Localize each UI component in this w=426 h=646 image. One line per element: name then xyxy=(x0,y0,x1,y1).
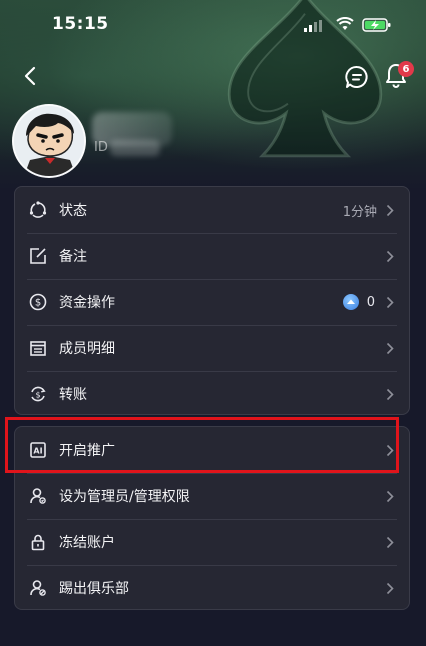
coin-icon xyxy=(342,294,359,310)
wifi-icon xyxy=(336,17,354,30)
user-id-redacted xyxy=(110,140,160,156)
menu-item-kick-from-club[interactable]: 踢出俱乐部 xyxy=(15,565,409,611)
menu-item-note[interactable]: 备注 xyxy=(15,233,409,279)
status-bar: 15:15 xyxy=(0,0,426,46)
menu-item-label: 状态 xyxy=(59,203,87,219)
menu-item-fund-operation[interactable]: $ 资金操作 0 xyxy=(15,279,409,325)
menu-item-label: 设为管理员/管理权限 xyxy=(59,489,190,505)
menu-item-enable-promotion[interactable]: AI 开启推广 xyxy=(15,427,409,473)
back-button[interactable] xyxy=(18,62,42,90)
menu-item-member-detail[interactable]: 成员明细 xyxy=(15,325,409,371)
chevron-left-icon xyxy=(24,66,36,86)
chevron-right-icon xyxy=(385,443,395,457)
menu-item-label: 开启推广 xyxy=(59,443,115,459)
menu-item-label: 冻结账户 xyxy=(59,535,115,551)
dollar-icon: $ xyxy=(27,291,49,313)
chevron-right-icon xyxy=(385,489,395,503)
message-button[interactable] xyxy=(344,64,370,90)
chevron-right-icon xyxy=(385,535,395,549)
menu-item-transfer[interactable]: $ 转账 xyxy=(15,371,409,417)
chevron-right-icon xyxy=(385,203,395,217)
chevron-right-icon xyxy=(385,295,395,309)
svg-text:AI: AI xyxy=(33,447,42,456)
status-value: 1分钟 xyxy=(342,204,377,220)
menu-item-label: 备注 xyxy=(59,249,87,265)
avatar[interactable] xyxy=(12,104,86,178)
menu-item-label: 成员明细 xyxy=(59,341,115,357)
profile-header-background: 15:15 6 ID xyxy=(0,0,426,190)
fund-balance: 0 xyxy=(342,294,375,310)
transfer-icon: $ xyxy=(27,383,49,405)
lock-icon xyxy=(27,531,49,553)
status-icon xyxy=(27,199,49,221)
svg-text:$: $ xyxy=(35,298,41,309)
cellular-signal-icon xyxy=(304,20,322,32)
chat-bubble-icon xyxy=(345,66,368,88)
user-id-label: ID xyxy=(94,140,108,155)
notification-badge: 6 xyxy=(398,61,414,77)
svg-text:$: $ xyxy=(35,390,40,399)
chevron-right-icon xyxy=(385,341,395,355)
chevron-right-icon xyxy=(385,387,395,401)
battery-charging-icon xyxy=(362,18,391,32)
admin-user-icon xyxy=(27,485,49,507)
menu-item-set-admin[interactable]: 设为管理员/管理权限 xyxy=(15,473,409,519)
chevron-right-icon xyxy=(385,249,395,263)
menu-item-freeze-account[interactable]: 冻结账户 xyxy=(15,519,409,565)
chevron-right-icon xyxy=(385,581,395,595)
avatar-image xyxy=(14,106,84,176)
member-detail-icon xyxy=(27,337,49,359)
menu-item-label: 踢出俱乐部 xyxy=(59,581,129,597)
kick-user-icon xyxy=(27,577,49,599)
menu-item-label: 转账 xyxy=(59,387,87,403)
status-time: 15:15 xyxy=(52,14,109,34)
menu-item-label: 资金操作 xyxy=(59,295,115,311)
member-management-card: AI 开启推广 设为管理员/管理权限 冻结账户 踢出俱乐部 xyxy=(14,426,410,610)
member-info-card: 状态 1分钟 备注 $ 资金操作 0 成员明细 $ 转账 xyxy=(14,186,410,415)
edit-note-icon xyxy=(27,245,49,267)
fund-balance-value: 0 xyxy=(366,294,375,310)
menu-item-status[interactable]: 状态 1分钟 xyxy=(15,187,409,233)
ai-icon: AI xyxy=(27,439,49,461)
